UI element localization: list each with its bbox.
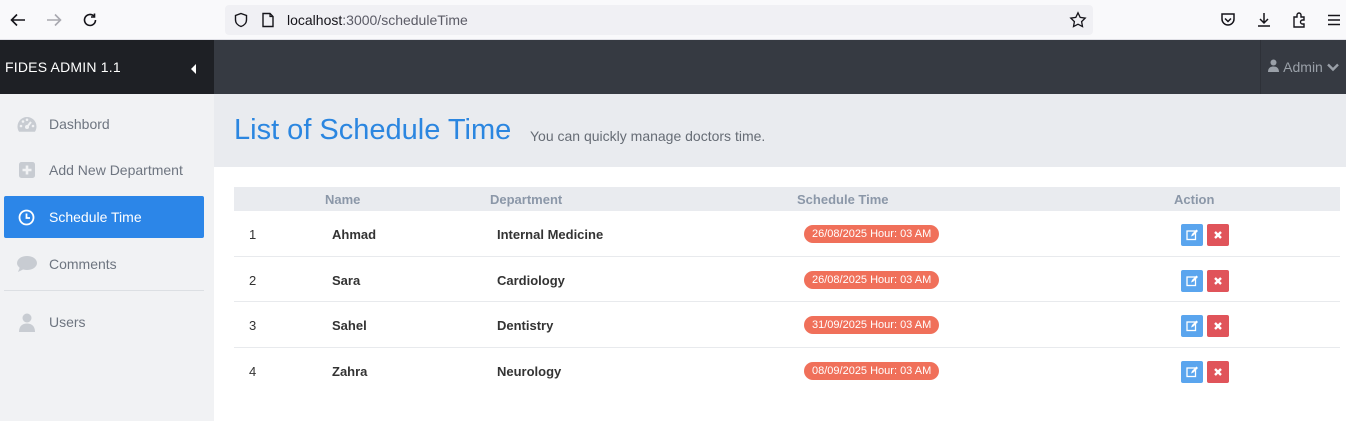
app-header: FIDES ADMIN 1.1 Admin xyxy=(0,40,1346,94)
user-icon xyxy=(4,313,49,332)
department-name: Internal Medicine xyxy=(497,227,604,242)
edit-icon xyxy=(1186,275,1198,286)
forward-button[interactable] xyxy=(42,8,66,32)
sidebar-toggle-caret-icon[interactable] xyxy=(191,61,197,79)
sidebar-item-comments[interactable]: Comments xyxy=(4,243,204,285)
sidebar-item-add-department[interactable]: Add New Department xyxy=(4,149,204,191)
page-subtitle: You can quickly manage doctors time. xyxy=(530,128,766,144)
close-icon xyxy=(1214,276,1222,285)
row-number: 2 xyxy=(249,272,257,288)
url-text: localhost:3000/scheduleTime xyxy=(287,12,468,28)
url-host: localhost xyxy=(287,12,343,28)
sidebar-item-users[interactable]: Users xyxy=(4,301,204,343)
sidebar-item-label: Comments xyxy=(49,256,117,272)
edit-button[interactable] xyxy=(1181,269,1203,292)
column-header-name[interactable]: Name xyxy=(325,192,360,207)
doctor-name: Ahmad xyxy=(332,227,377,242)
table-row: 1 Ahmad Internal Medicine 26/08/2025 Hou… xyxy=(234,211,1340,257)
doctor-name: Zahra xyxy=(332,363,368,379)
plus-square-icon xyxy=(4,161,49,179)
schedule-time-badge: 26/08/2025 Hour: 03 AM xyxy=(804,270,940,289)
sidebar-item-label: Schedule Time xyxy=(49,209,142,225)
sidebar-divider xyxy=(4,290,204,291)
schedule-table: Name Department Schedule Time Action 1 A… xyxy=(234,187,1340,393)
department-name: Neurology xyxy=(497,363,562,379)
sidebar-item-dashboard[interactable]: Dashbord xyxy=(4,103,204,145)
comment-icon xyxy=(4,255,49,273)
downloads-icon[interactable] xyxy=(1252,8,1276,32)
edit-button[interactable] xyxy=(1181,360,1203,383)
table-row: 2 Sara Cardiology 26/08/2025 Hour: 03 AM xyxy=(234,257,1340,302)
page-header: List of Schedule Time You can quickly ma… xyxy=(214,94,1346,167)
edit-button[interactable] xyxy=(1181,315,1203,337)
user-menu[interactable]: Admin xyxy=(1260,40,1346,94)
column-header-department[interactable]: Department xyxy=(490,192,562,207)
pocket-icon[interactable] xyxy=(1216,8,1240,32)
brand-area: FIDES ADMIN 1.1 xyxy=(0,40,214,94)
edit-icon xyxy=(1186,229,1198,241)
department-name: Cardiology xyxy=(497,272,565,288)
back-button[interactable] xyxy=(6,8,30,32)
column-header-schedule-time[interactable]: Schedule Time xyxy=(797,192,889,207)
delete-button[interactable] xyxy=(1207,269,1229,292)
schedule-time-badge: 31/09/2025 Hour: 03 AM xyxy=(804,316,940,334)
close-icon xyxy=(1214,367,1222,376)
url-path: :3000/scheduleTime xyxy=(342,12,468,28)
url-bar[interactable]: localhost:3000/scheduleTime xyxy=(225,5,1093,35)
shield-icon[interactable] xyxy=(233,12,249,33)
department-name: Dentistry xyxy=(497,318,554,333)
reload-button[interactable] xyxy=(78,8,102,32)
sidebar-item-label: Dashbord xyxy=(49,116,110,132)
brand-title: FIDES ADMIN 1.1 xyxy=(5,59,121,75)
menu-icon[interactable] xyxy=(1322,8,1346,32)
sidebar-item-label: Add New Department xyxy=(49,162,183,178)
page-info-icon[interactable] xyxy=(261,12,275,33)
back-arrow-icon xyxy=(10,13,25,27)
table-row: 3 Sahel Dentistry 31/09/2025 Hour: 03 AM xyxy=(234,302,1340,348)
delete-button[interactable] xyxy=(1207,360,1229,383)
schedule-time-badge: 26/08/2025 Hour: 03 AM xyxy=(804,225,940,243)
user-label: Admin xyxy=(1283,59,1323,75)
edit-icon xyxy=(1186,366,1198,377)
sidebar-item-schedule-time[interactable]: Schedule Time xyxy=(4,196,204,238)
chevron-down-icon xyxy=(1326,59,1339,75)
browser-toolbar: localhost:3000/scheduleTime xyxy=(0,0,1346,40)
forward-arrow-icon xyxy=(47,13,62,27)
edit-icon xyxy=(1186,320,1198,332)
page-title: List of Schedule Time xyxy=(234,114,512,146)
delete-button[interactable] xyxy=(1207,224,1229,246)
bookmark-star-icon[interactable] xyxy=(1069,11,1087,34)
close-icon xyxy=(1214,231,1222,239)
reload-icon xyxy=(83,13,97,27)
schedule-time-badge: 08/09/2025 Hour: 03 AM xyxy=(804,361,940,380)
dashboard-icon xyxy=(4,115,49,133)
close-icon xyxy=(1214,322,1222,330)
user-icon xyxy=(1268,59,1280,75)
edit-button[interactable] xyxy=(1181,224,1203,246)
doctor-name: Sahel xyxy=(332,318,367,333)
table-header: Name Department Schedule Time Action xyxy=(234,187,1340,211)
row-number: 4 xyxy=(249,363,257,379)
extensions-icon[interactable] xyxy=(1288,8,1312,32)
table-row: 4 Zahra Neurology 08/09/2025 Hour: 03 AM xyxy=(234,348,1340,394)
column-header-action: Action xyxy=(1174,192,1215,207)
sidebar-item-label: Users xyxy=(49,314,86,330)
row-number: 1 xyxy=(249,227,257,242)
doctor-name: Sara xyxy=(332,272,361,288)
row-number: 3 xyxy=(249,318,257,333)
delete-button[interactable] xyxy=(1207,315,1229,337)
sidebar: Dashbord Add New Department Schedule Tim… xyxy=(0,94,214,421)
clock-icon xyxy=(4,209,49,226)
